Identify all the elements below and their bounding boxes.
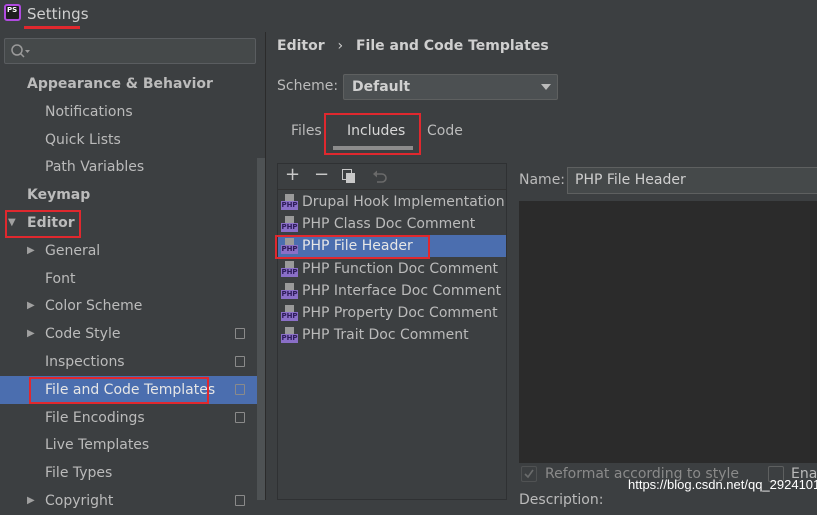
watermark: https://blog.csdn.net/qq_29241015: [628, 477, 817, 492]
sidebar-item-code-style[interactable]: ▶ Code Style: [0, 320, 257, 348]
remove-icon[interactable]: −: [314, 164, 329, 185]
tab-files[interactable]: Files: [291, 123, 322, 139]
template-label: PHP Class Doc Comment: [302, 216, 476, 233]
scheme-dropdown[interactable]: Default: [343, 74, 558, 100]
template-item[interactable]: PHP PHP Class Doc Comment: [278, 213, 506, 235]
sidebar-item-label: General: [45, 242, 101, 259]
window-title: Settings: [27, 5, 89, 23]
sidebar-item-path-variables[interactable]: Path Variables: [0, 153, 257, 181]
title-bar: PS Settings: [0, 0, 817, 32]
description-label: Description:: [519, 492, 604, 508]
search-input[interactable]: [4, 38, 256, 64]
project-scope-icon: [235, 495, 245, 506]
sidebar-item-label: Notifications: [45, 103, 133, 120]
sidebar-item-label: File Types: [45, 465, 113, 482]
template-item[interactable]: PHP PHP Interface Doc Comment: [278, 280, 506, 302]
highlight-box-editor: [5, 210, 81, 238]
highlight-box-includes: [324, 113, 421, 155]
breadcrumb: Editor › File and Code Templates: [277, 38, 549, 54]
php-file-icon: PHP: [281, 327, 298, 344]
sidebar-item-live-templates[interactable]: Live Templates: [0, 431, 257, 459]
project-scope-icon: [235, 328, 245, 340]
php-file-icon: PHP: [281, 194, 298, 210]
sidebar-item-label: Copyright: [45, 493, 114, 509]
phpstorm-logo-icon: PS: [4, 4, 21, 21]
sidebar-item-color-scheme[interactable]: ▶ Color Scheme: [0, 292, 257, 320]
tab-code[interactable]: Code: [427, 123, 463, 139]
template-item[interactable]: PHP PHP Property Doc Comment: [278, 302, 506, 324]
sidebar-item-file-types[interactable]: File Types: [0, 459, 257, 487]
breadcrumb-separator: ›: [337, 38, 344, 54]
scheme-value: Default: [352, 79, 411, 95]
sidebar-item-notifications[interactable]: Notifications: [0, 98, 257, 126]
collapsed-arrow-icon[interactable]: ▶: [27, 487, 35, 515]
sidebar-item-label: Code Style: [45, 326, 121, 343]
sidebar-item-copyright[interactable]: ▶ Copyright: [0, 487, 257, 515]
sidebar-item-font[interactable]: Font: [0, 265, 257, 293]
add-icon[interactable]: +: [285, 164, 300, 185]
templates-toolbar: + −: [278, 164, 506, 190]
sidebar-scrollbar[interactable]: [257, 158, 265, 500]
sidebar-item-quick-lists[interactable]: Quick Lists: [0, 126, 257, 154]
divider: [265, 32, 266, 500]
scheme-label: Scheme:: [277, 78, 339, 94]
reset-icon[interactable]: [372, 169, 388, 184]
sidebar-item-label: Inspections: [45, 354, 125, 370]
sidebar-item-keymap[interactable]: Keymap: [0, 181, 257, 209]
php-file-icon: PHP: [281, 260, 298, 277]
name-input[interactable]: PHP File Header: [567, 167, 817, 194]
php-file-icon: PHP: [281, 282, 298, 299]
collapsed-arrow-icon[interactable]: ▶: [27, 237, 35, 265]
collapsed-arrow-icon[interactable]: ▶: [27, 292, 35, 320]
php-file-icon: PHP: [281, 216, 298, 233]
sidebar-item-label: Appearance & Behavior: [27, 76, 213, 92]
sidebar-item-label: Keymap: [27, 187, 91, 204]
template-label: PHP Trait Doc Comment: [302, 327, 469, 344]
sidebar-item-inspections[interactable]: Inspections: [0, 348, 257, 376]
highlight-underline: [24, 26, 80, 29]
template-item[interactable]: PHP PHP Function Doc Comment: [278, 258, 506, 280]
breadcrumb-parent[interactable]: Editor: [277, 38, 325, 54]
sidebar-item-label: Quick Lists: [45, 131, 121, 148]
template-label: Drupal Hook Implementation Doc Comment: [302, 194, 506, 210]
template-item[interactable]: PHP PHP Trait Doc Comment: [278, 324, 506, 346]
template-item[interactable]: PHPDrupal Hook Implementation Doc Commen…: [278, 191, 506, 213]
project-scope-icon: [235, 356, 245, 367]
sidebar-item-file-encodings[interactable]: File Encodings: [0, 404, 257, 432]
search-icon: [11, 44, 30, 58]
sidebar-item-label: Path Variables: [45, 159, 145, 176]
name-label: Name:: [519, 172, 566, 188]
sidebar-item-label: Color Scheme: [45, 298, 143, 315]
sidebar-item-label: Font: [45, 270, 76, 287]
highlight-box-templates: [29, 377, 209, 404]
collapsed-arrow-icon[interactable]: ▶: [27, 320, 35, 348]
template-label: PHP Function Doc Comment: [302, 260, 498, 277]
sidebar-item-label: Live Templates: [45, 437, 150, 454]
php-file-icon: PHP: [281, 305, 298, 321]
reformat-checkbox[interactable]: [521, 466, 537, 482]
template-label: PHP Property Doc Comment: [302, 305, 498, 321]
sidebar-item-label: File Encodings: [45, 409, 145, 426]
highlight-box-file-header: [275, 235, 430, 259]
chevron-down-icon: [541, 84, 551, 90]
template-label: PHP Interface Doc Comment: [302, 282, 502, 299]
sidebar-item-appearance-behavior[interactable]: Appearance & Behavior: [0, 70, 257, 98]
sidebar-item-general[interactable]: ▶ General: [0, 237, 257, 265]
project-scope-icon: [235, 383, 245, 395]
project-scope-icon: [235, 411, 245, 423]
breadcrumb-current: File and Code Templates: [355, 38, 549, 54]
template-editor[interactable]: [519, 201, 817, 463]
check-icon: [524, 469, 534, 479]
copy-icon[interactable]: [342, 169, 356, 184]
